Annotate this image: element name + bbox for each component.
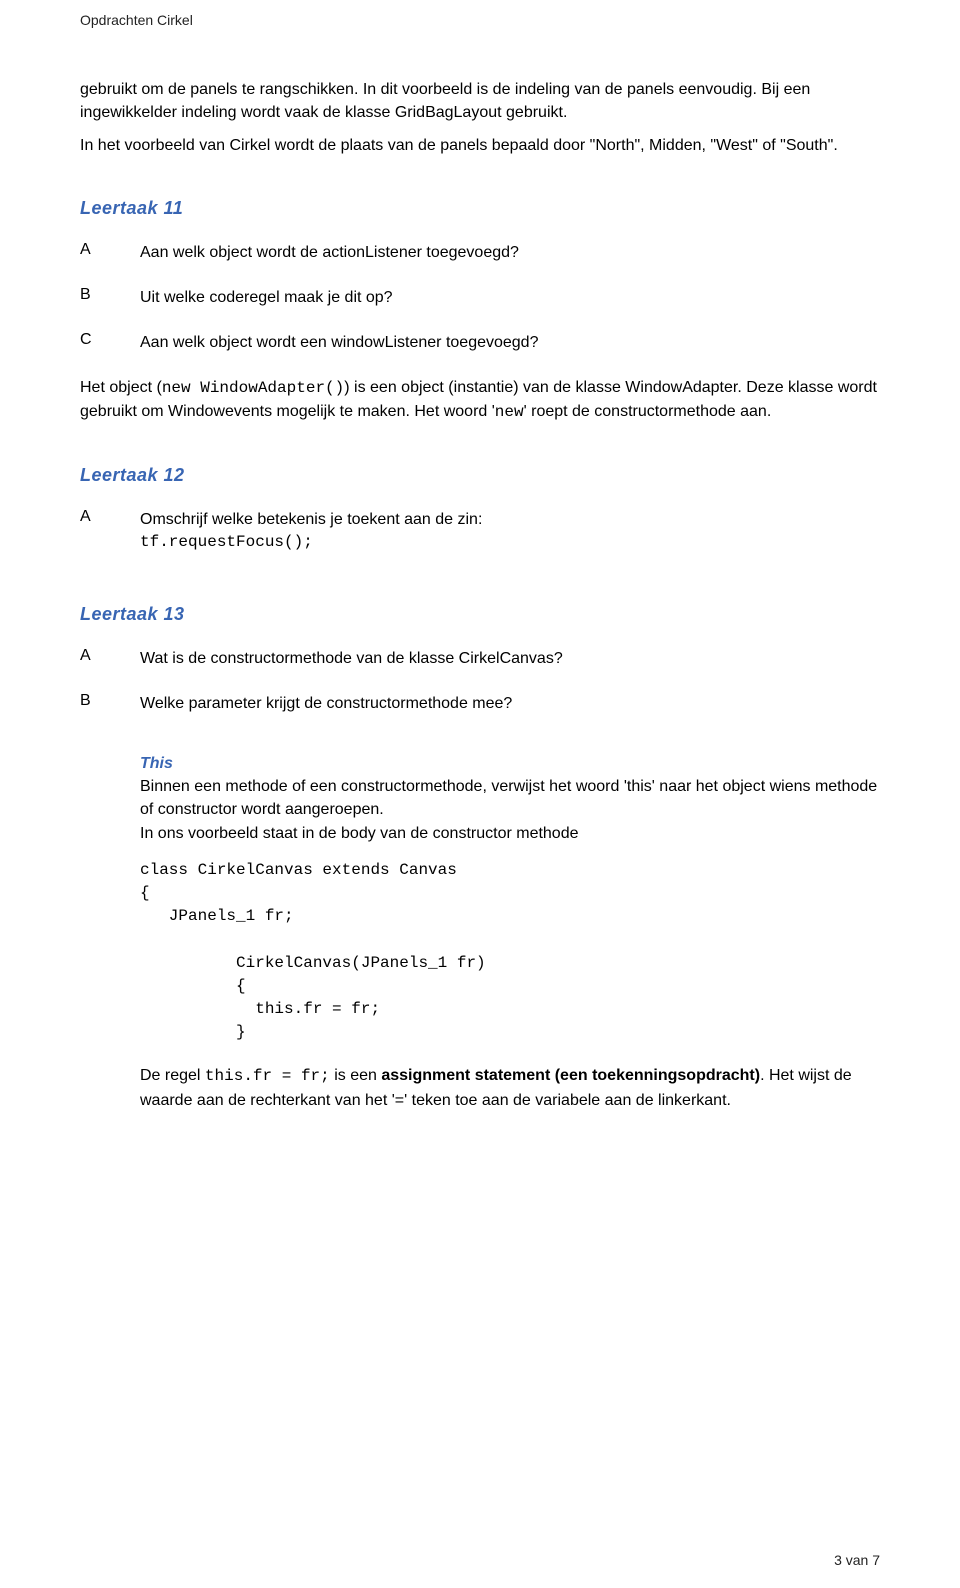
text: is een — [330, 1067, 382, 1084]
leertaak11-row-c: C Aan welk object wordt een windowListen… — [80, 331, 880, 354]
heading-leertaak-11: Leertaak 11 — [80, 198, 880, 219]
qa-letter: B — [80, 692, 140, 715]
qa-text: Wat is de constructormethode van de klas… — [140, 647, 880, 670]
intro-p1: gebruikt om de panels te rangschikken. I… — [80, 78, 880, 124]
intro-block: gebruikt om de panels te rangschikken. I… — [80, 78, 880, 158]
inline-code: tf.requestFocus(); — [140, 531, 880, 554]
inline-code: new WindowAdapter() — [162, 379, 344, 397]
code-block: class CirkelCanvas extends Canvas { JPan… — [140, 859, 880, 1045]
qa-letter: A — [80, 241, 140, 264]
question-line: Omschrijf welke betekenis je toekent aan… — [140, 508, 880, 531]
qa-text: Uit welke coderegel maak je dit op? — [140, 286, 880, 309]
this-p2: In ons voorbeeld staat in de body van de… — [140, 822, 880, 845]
text: ' roept de constructormethode aan. — [524, 403, 772, 420]
leertaak13-row-a: A Wat is de constructormethode van de kl… — [80, 647, 880, 670]
leertaak11-explanation: Het object (new WindowAdapter()) is een … — [80, 376, 880, 424]
bold-text: assignment statement (een toekenningsopd… — [381, 1067, 760, 1084]
page-number: 3 van 7 — [834, 1552, 880, 1568]
qa-text: Aan welk object wordt een windowListener… — [140, 331, 880, 354]
heading-leertaak-13: Leertaak 13 — [80, 604, 880, 625]
heading-leertaak-12: Leertaak 12 — [80, 465, 880, 486]
text: Het object ( — [80, 379, 162, 396]
qa-letter: B — [80, 286, 140, 309]
leertaak11-row-b: B Uit welke coderegel maak je dit op? — [80, 286, 880, 309]
inline-code: new — [495, 403, 524, 421]
heading-this: This — [140, 755, 880, 773]
intro-p2: In het voorbeeld van Cirkel wordt de pla… — [80, 134, 880, 157]
leertaak12-row-a: A Omschrijf welke betekenis je toekent a… — [80, 508, 880, 554]
qa-letter: A — [80, 508, 140, 554]
this-p1: Binnen een methode of een constructormet… — [140, 775, 880, 821]
text: De regel — [140, 1067, 205, 1084]
leertaak13-row-b: B Welke parameter krijgt de constructorm… — [80, 692, 880, 715]
running-header: Opdrachten Cirkel — [80, 12, 880, 28]
qa-letter: C — [80, 331, 140, 354]
this-section: This Binnen een methode of een construct… — [140, 755, 880, 1111]
qa-text: Aan welk object wordt de actionListener … — [140, 241, 880, 264]
inline-code: this.fr = fr; — [205, 1067, 330, 1085]
leertaak11-row-a: A Aan welk object wordt de actionListene… — [80, 241, 880, 264]
this-closing: De regel this.fr = fr; is een assignment… — [140, 1064, 880, 1111]
qa-letter: A — [80, 647, 140, 670]
qa-text: Welke parameter krijgt de constructormet… — [140, 692, 880, 715]
qa-text: Omschrijf welke betekenis je toekent aan… — [140, 508, 880, 554]
